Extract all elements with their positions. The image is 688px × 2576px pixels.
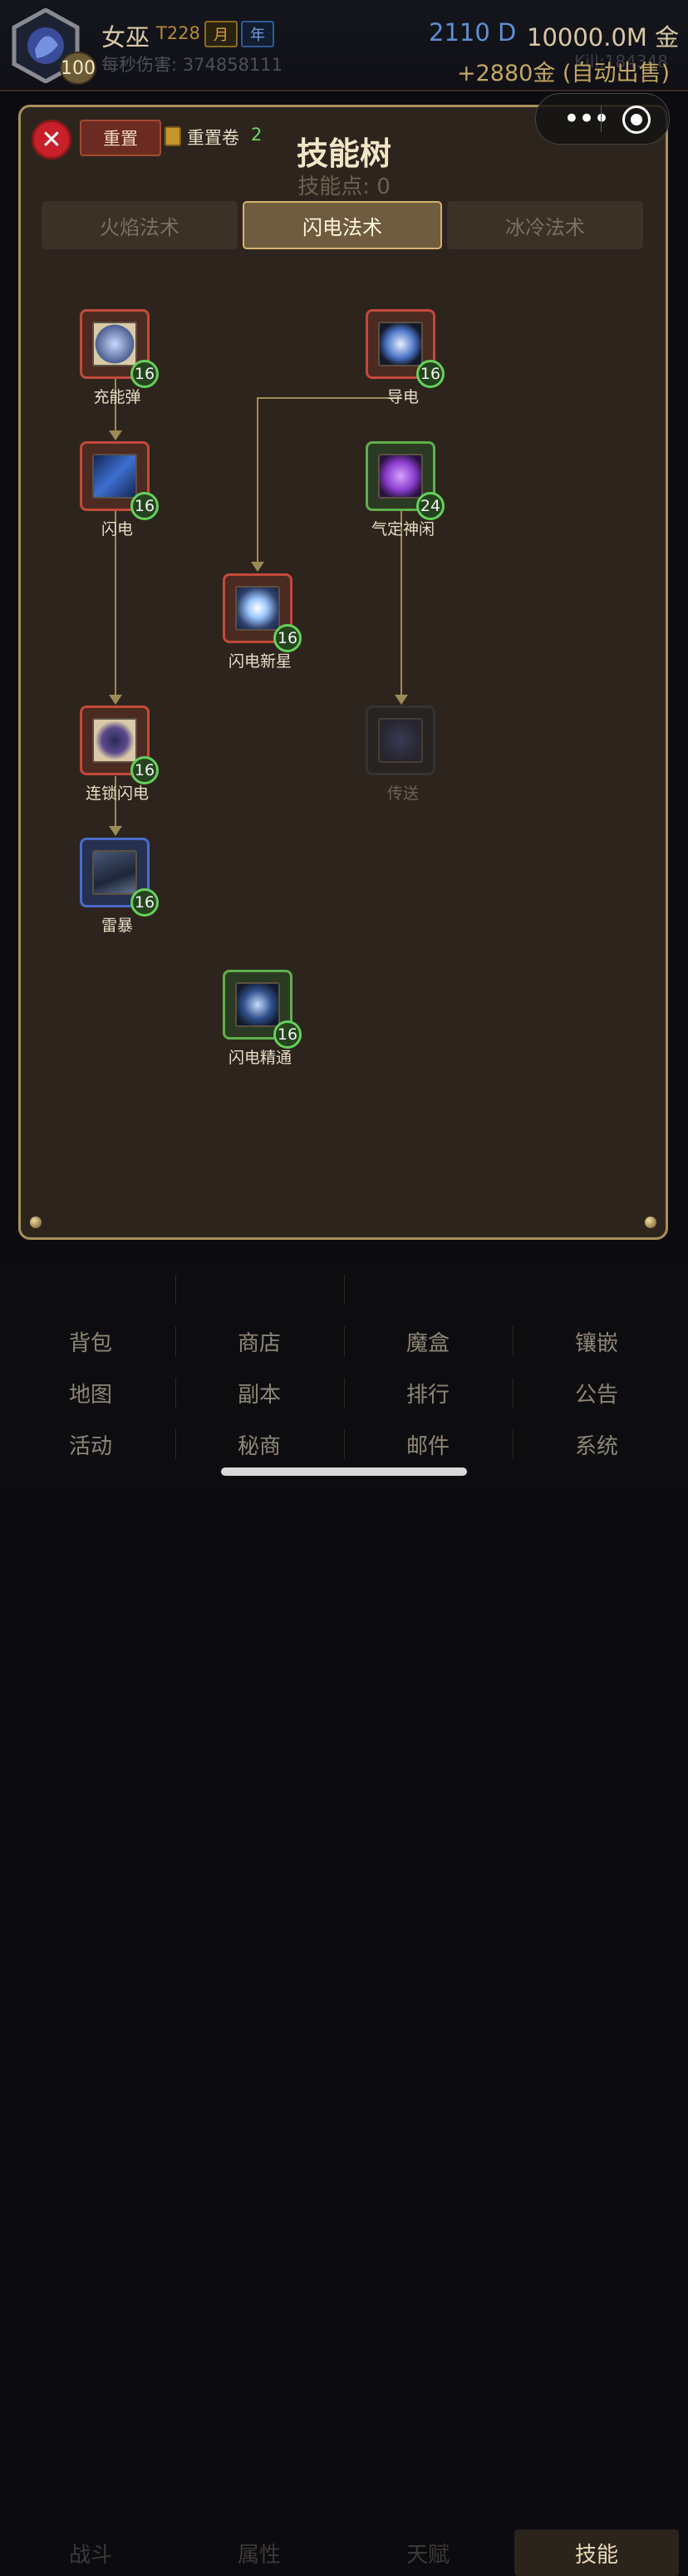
target-icon[interactable]: [622, 106, 651, 134]
nav-attributes[interactable]: 属性: [177, 2529, 342, 2576]
skill-level-badge: 16: [130, 492, 159, 520]
nav-divider: [344, 1378, 345, 1408]
home-indicator[interactable]: [221, 1467, 467, 1476]
nav-secret-merchant[interactable]: 秘商: [177, 1421, 342, 1467]
skill-level-badge: 24: [416, 492, 445, 520]
month-card-badge[interactable]: 月: [204, 21, 238, 47]
connector-arrow: [109, 430, 122, 440]
skill-name: 气定神闲: [371, 520, 435, 538]
nova-icon: [235, 586, 280, 631]
nav-skills[interactable]: 技能: [514, 2529, 679, 2576]
hero-class-name: 女巫: [101, 23, 150, 52]
connector-arrow: [109, 695, 122, 705]
capsule-divider: [601, 106, 602, 132]
nav-map[interactable]: 地图: [8, 1369, 173, 1416]
skill-name: 连锁闪电: [85, 784, 149, 803]
skill-name: 传送: [386, 784, 419, 803]
nav-magic-box[interactable]: 魔盒: [346, 1318, 510, 1364]
dps-label: 每秒伤害: 374858111: [101, 55, 283, 75]
skill-name: 雷暴: [101, 917, 133, 935]
skill-name: 闪电精通: [228, 1049, 292, 1067]
panel-rivet: [645, 1217, 656, 1228]
nav-mail[interactable]: 邮件: [346, 1421, 510, 1467]
skill-level-badge: 16: [130, 888, 159, 917]
skill-level-badge: 16: [416, 360, 445, 388]
connector-arrow: [109, 826, 122, 836]
skill-node-charged-bolt[interactable]: 16 充能弹: [80, 309, 159, 406]
nav-battle[interactable]: 战斗: [8, 2529, 173, 2576]
thunderstorm-icon: [92, 850, 137, 895]
nav-divider: [513, 1326, 514, 1356]
skill-node-composure[interactable]: 24 气定神闲: [366, 441, 445, 538]
chain-lightning-icon: [92, 718, 137, 763]
nav-divider: [175, 1275, 176, 1305]
nav-divider: [344, 1275, 345, 1305]
lightning-mastery-icon: [235, 982, 280, 1027]
nav-announcement[interactable]: 公告: [514, 1369, 679, 1416]
skill-node-lightning[interactable]: 16 闪电: [80, 441, 159, 538]
nav-divider: [344, 1326, 345, 1356]
skill-level-badge: 16: [130, 360, 159, 388]
connector-arrow: [395, 695, 408, 705]
top-bar: 100 女巫 T228 月 年 每秒伤害: 374858111 2110 D 1…: [0, 0, 688, 91]
charged-bolt-icon: [92, 322, 137, 366]
skill-node-lightning-mastery[interactable]: 16 闪电精通: [223, 970, 302, 1067]
tab-cold[interactable]: 冰冷法术: [447, 201, 643, 249]
hero-tier: T228: [156, 23, 200, 43]
more-dots-icon[interactable]: •••: [553, 94, 619, 144]
skill-level-badge: 16: [273, 1020, 302, 1049]
gold-amount: 10000.0M 金: [527, 23, 680, 52]
nav-divider: [175, 1326, 176, 1356]
nav-backpack[interactable]: 背包: [8, 1318, 173, 1364]
static-field-icon: [378, 322, 423, 366]
composure-icon: [378, 454, 423, 499]
nav-shop[interactable]: 商店: [177, 1318, 342, 1364]
nav-divider: [513, 1378, 514, 1408]
lightning-bolt-icon: [92, 454, 137, 499]
nav-divider: [175, 1429, 176, 1459]
nav-system[interactable]: 系统: [514, 1421, 679, 1467]
skill-node-nova[interactable]: 16 闪电新星: [223, 573, 302, 671]
d-currency: 2110 D: [429, 18, 517, 47]
skill-name: 闪电新星: [228, 652, 292, 671]
year-card-badge[interactable]: 年: [241, 21, 274, 47]
skill-node-teleport[interactable]: 传送: [366, 705, 435, 803]
skill-level-badge: 16: [273, 624, 302, 652]
nav-dungeon[interactable]: 副本: [177, 1369, 342, 1416]
skill-node-chain-lightning[interactable]: 16 连锁闪电: [80, 705, 159, 803]
nav-ranking[interactable]: 排行: [346, 1369, 510, 1416]
tab-fire[interactable]: 火焰法术: [42, 201, 238, 249]
nav-events[interactable]: 活动: [8, 1421, 173, 1467]
teleport-icon: [378, 718, 423, 763]
skill-level-badge: 16: [130, 756, 159, 784]
connector-line: [257, 397, 258, 567]
skill-node-thunderstorm[interactable]: 16 雷暴: [80, 838, 159, 935]
panel-rivet: [30, 1217, 42, 1228]
skill-node-static-field[interactable]: 16 导电: [366, 309, 445, 406]
tab-lightning[interactable]: 闪电法术: [243, 201, 442, 249]
skill-name: 闪电: [101, 520, 133, 538]
gold-income: +2880金 (自动出售): [457, 61, 670, 86]
skill-points: 技能点: 0: [297, 175, 391, 199]
miniprogram-capsule: •••: [535, 93, 670, 145]
skill-name: 充能弹: [93, 388, 141, 406]
nav-inlay[interactable]: 镶嵌: [514, 1318, 679, 1364]
skill-name: 导电: [386, 388, 419, 406]
nav-divider: [344, 1429, 345, 1459]
nav-divider: [513, 1429, 514, 1459]
nav-divider: [175, 1378, 176, 1408]
nav-talents[interactable]: 天赋: [346, 2529, 510, 2576]
hero-level-badge: 100: [60, 52, 96, 85]
connector-arrow: [251, 562, 264, 572]
